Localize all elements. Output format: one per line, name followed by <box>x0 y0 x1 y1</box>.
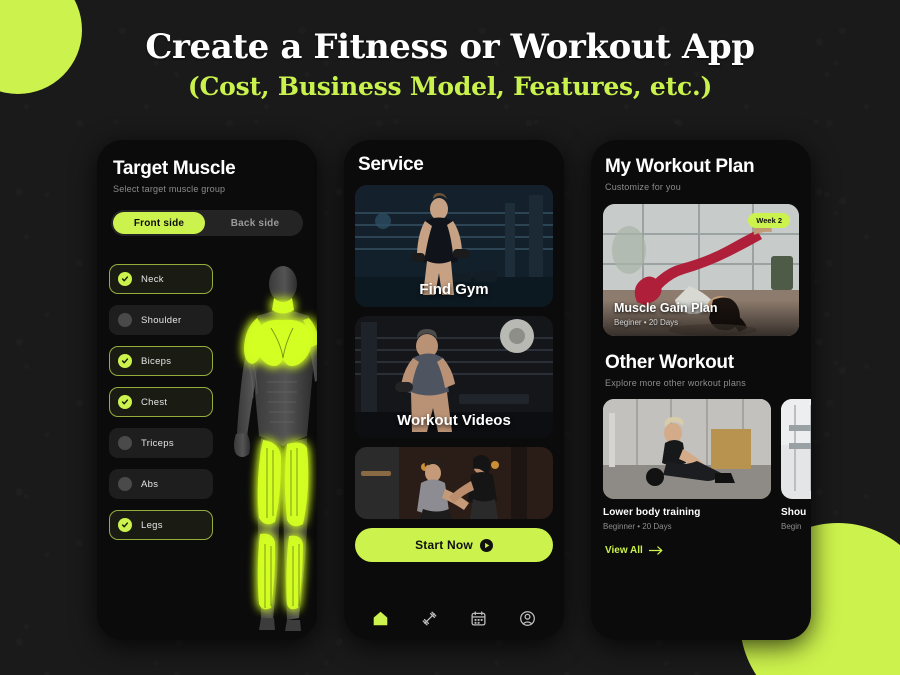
screen1-header: Target Muscle Select target muscle group <box>97 140 317 194</box>
gym-equipment-photo <box>781 399 811 499</box>
page-title: Create a Fitness or Workout App <box>145 27 755 67</box>
muscle-label: Legs <box>141 519 163 531</box>
check-circle-icon <box>118 518 132 532</box>
service-card-caption: Find Gym <box>419 281 489 298</box>
unchecked-circle-icon <box>118 436 132 450</box>
screen1-subtitle: Select target muscle group <box>113 184 226 194</box>
screen2-title: Service <box>358 154 424 175</box>
calendar-icon[interactable] <box>470 610 487 627</box>
screen3-title: My Workout Plan <box>605 156 755 177</box>
service-card-caption: Workout Videos <box>397 412 511 429</box>
training-photo <box>355 447 553 519</box>
muscle-item-biceps[interactable]: Biceps <box>109 346 213 376</box>
view-all-link[interactable]: View All <box>605 545 811 556</box>
play-icon <box>479 538 493 552</box>
lower-body-training-photo <box>603 399 771 499</box>
other-workout-thumb <box>603 399 771 499</box>
muscle-label: Triceps <box>141 437 174 449</box>
workout-plan-card[interactable]: Week 2 Muscle Gain Plan Beginer • 20 Day… <box>603 204 799 336</box>
view-all-label: View All <box>605 545 643 556</box>
page-header: Create a Fitness or Workout App (Cost, B… <box>0 0 900 101</box>
muscle-label: Shoulder <box>141 314 182 326</box>
home-icon[interactable] <box>372 610 389 627</box>
other-workout-title-text: Shou <box>781 507 807 518</box>
service-card-find-gym[interactable]: Find Gym <box>355 185 553 307</box>
check-circle-icon <box>118 354 132 368</box>
muscle-item-chest[interactable]: Chest <box>109 387 213 417</box>
muscle-label: Neck <box>141 273 164 285</box>
anatomical-body-figure <box>234 266 317 631</box>
start-now-button[interactable]: Start Now <box>355 528 553 562</box>
phone-screen-target-muscle: Target Muscle Select target muscle group… <box>97 140 317 640</box>
start-now-label: Start Now <box>415 538 473 552</box>
screen3-subtitle: Customize for you <box>605 182 681 192</box>
check-circle-icon <box>118 272 132 286</box>
muscle-label: Abs <box>141 478 159 490</box>
other-workout-meta: Beginner • 20 Days <box>603 522 672 531</box>
other-workout-meta: Begin <box>781 522 802 531</box>
check-circle-icon <box>118 395 132 409</box>
other-workout-title-text: Lower body training <box>603 507 701 518</box>
muscle-item-neck[interactable]: Neck <box>109 264 213 294</box>
muscle-group-list: Neck Shoulder Biceps Chest Triceps Abs L… <box>109 264 213 540</box>
plan-meta: Beginer • 20 Days <box>614 318 679 327</box>
bottom-navigation-bar <box>344 596 564 640</box>
segment-back-side[interactable]: Back side <box>209 212 301 234</box>
muscle-item-abs[interactable]: Abs <box>109 469 213 499</box>
page-subtitle: (Cost, Business Model, Features, etc.) <box>187 71 713 101</box>
segment-front-side[interactable]: Front side <box>113 212 205 234</box>
other-workout-thumb <box>781 399 811 499</box>
dumbbell-icon[interactable] <box>421 610 438 627</box>
other-workout-title: Other Workout <box>605 352 734 373</box>
other-workout-carousel[interactable]: Lower body training Beginner • 20 Days S… <box>591 399 811 531</box>
service-card-training[interactable] <box>355 447 553 519</box>
screen3-header: My Workout Plan Customize for you <box>591 140 811 192</box>
muscle-item-triceps[interactable]: Triceps <box>109 428 213 458</box>
plan-name: Muscle Gain Plan <box>614 301 718 315</box>
unchecked-circle-icon <box>118 477 132 491</box>
week-badge: Week 2 <box>748 213 790 228</box>
unchecked-circle-icon <box>118 313 132 327</box>
plan-overlay: Muscle Gain Plan Beginer • 20 Days <box>603 301 799 336</box>
muscle-item-shoulder[interactable]: Shoulder <box>109 305 213 335</box>
phone-screen-workout-plan: My Workout Plan Customize for you Week 2… <box>591 140 811 640</box>
other-workout-header: Other Workout Explore more other workout… <box>591 336 811 388</box>
service-card-workout-videos[interactable]: Workout Videos <box>355 316 553 438</box>
arrow-right-icon <box>648 546 663 555</box>
muscle-item-legs[interactable]: Legs <box>109 510 213 540</box>
front-back-segmented-control[interactable]: Front side Back side <box>111 210 303 236</box>
profile-icon[interactable] <box>519 610 536 627</box>
muscle-label: Biceps <box>141 355 172 367</box>
other-workout-card-2[interactable]: Shou Begin <box>781 399 811 531</box>
screen1-title: Target Muscle <box>113 158 236 179</box>
screen2-header: Service <box>344 140 564 176</box>
phone-screen-service: Service Find Gym Workout Videos Start No… <box>344 140 564 640</box>
other-workout-subtitle: Explore more other workout plans <box>605 378 746 388</box>
other-workout-card-1[interactable]: Lower body training Beginner • 20 Days <box>603 399 771 531</box>
muscle-label: Chest <box>141 396 168 408</box>
